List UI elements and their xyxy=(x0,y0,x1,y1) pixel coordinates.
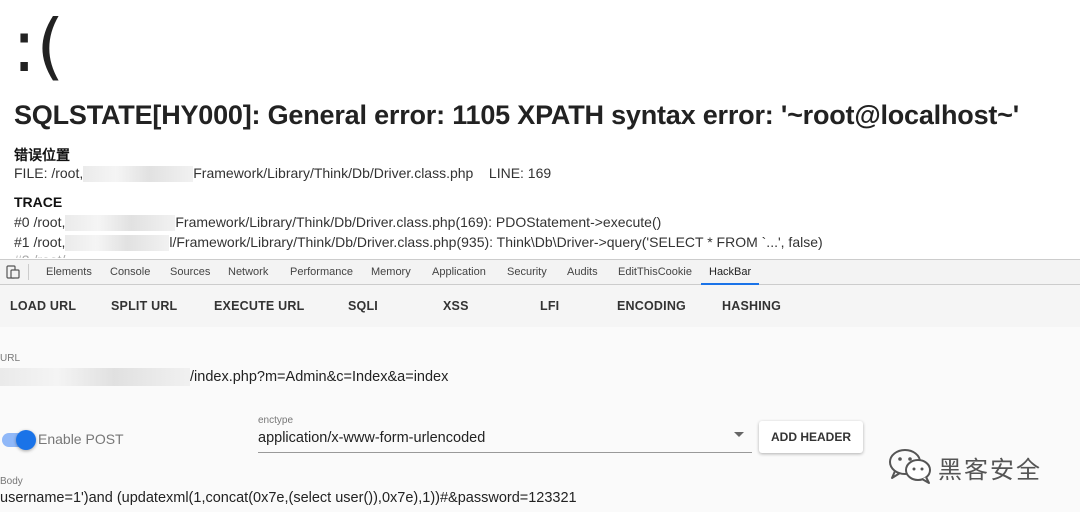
tab-elements[interactable]: Elements xyxy=(46,260,92,284)
tab-application[interactable]: Application xyxy=(432,260,486,284)
device-toolbar-icon[interactable] xyxy=(6,265,20,279)
tab-hackbar[interactable]: HackBar xyxy=(700,260,760,285)
tab-performance[interactable]: Performance xyxy=(290,260,353,284)
sqli-menu-button[interactable]: SQLI xyxy=(348,285,378,327)
toggle-knob[interactable] xyxy=(16,430,36,450)
trace-line-cutoff: #2 /root/... xyxy=(14,252,77,258)
hackbar-toolbar: LOAD URL SPLIT URL EXECUTE URL SQLI XSS … xyxy=(0,285,1080,327)
trace-line: #1 /root, l/Framework/Library/Think/Db/Dr… xyxy=(14,234,823,252)
error-title: SQLSTATE[HY000]: General error: 1105 XPA… xyxy=(14,100,1019,130)
error-page: :( SQLSTATE[HY000]: General error: 1105 … xyxy=(0,0,1080,258)
tab-sources[interactable]: Sources xyxy=(170,260,210,284)
url-field[interactable]: /index.php?m=Admin&c=Index&a=index xyxy=(0,368,448,386)
divider xyxy=(28,264,29,280)
devtools-tabbar: Elements Console Sources Network Perform… xyxy=(0,259,1080,285)
tab-memory[interactable]: Memory xyxy=(371,260,411,284)
chevron-down-icon[interactable] xyxy=(734,432,744,437)
tab-editthiscookie[interactable]: EditThisCookie xyxy=(618,260,692,284)
file-prefix: FILE: /root, xyxy=(14,165,84,181)
hashing-menu-button[interactable]: HASHING xyxy=(722,285,781,327)
tab-security[interactable]: Security xyxy=(507,260,547,284)
line-number: LINE: 169 xyxy=(488,165,552,181)
redacted-host xyxy=(0,368,190,386)
tab-audits[interactable]: Audits xyxy=(567,260,598,284)
add-header-button[interactable]: ADD HEADER xyxy=(759,421,863,453)
load-url-button[interactable]: LOAD URL xyxy=(10,285,76,327)
lfi-menu-button[interactable]: LFI xyxy=(540,285,559,327)
url-label: URL xyxy=(0,353,21,364)
sad-face: :( xyxy=(12,4,65,88)
enable-post-label: Enable POST xyxy=(38,431,124,447)
url-value: /index.php?m=Admin&c=Index&a=index xyxy=(190,368,449,385)
redacted-path xyxy=(83,166,194,183)
tab-console[interactable]: Console xyxy=(110,260,150,284)
body-field[interactable]: username=1')and (updatexml(1,concat(0x7e… xyxy=(0,490,577,506)
redacted-path xyxy=(65,235,170,252)
location-heading: 错误位置 xyxy=(14,147,70,163)
watermark-text: 黑客安全 xyxy=(938,456,1042,484)
body-label: Body xyxy=(0,476,23,487)
enctype-underline xyxy=(258,452,752,453)
wechat-icon xyxy=(889,449,931,484)
file-line: FILE: /root, Framework/Library/Think/Db/D… xyxy=(14,165,552,183)
redacted-path xyxy=(65,215,176,232)
trace-line: #0 /root, Framework/Library/Think/Db/Driv… xyxy=(14,214,662,232)
enctype-label: enctype xyxy=(258,415,294,426)
xss-menu-button[interactable]: XSS xyxy=(443,285,469,327)
enctype-select[interactable]: application/x-www-form-urlencoded xyxy=(258,430,485,446)
split-url-button[interactable]: SPLIT URL xyxy=(111,285,177,327)
execute-url-button[interactable]: EXECUTE URL xyxy=(214,285,304,327)
encoding-menu-button[interactable]: ENCODING xyxy=(617,285,686,327)
trace-heading: TRACE xyxy=(14,194,63,210)
tab-network[interactable]: Network xyxy=(228,260,268,284)
watermark: 黑客安全 xyxy=(880,446,1050,486)
file-path: Framework/Library/Think/Db/Driver.class.… xyxy=(193,165,474,181)
